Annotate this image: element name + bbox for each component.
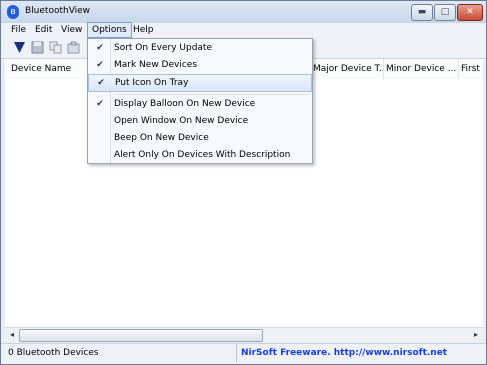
checkmark-icon: ✔ bbox=[97, 78, 105, 88]
scroll-right-icon[interactable]: ▸ bbox=[470, 329, 482, 341]
menu-item-display-balloon-on-new-device[interactable]: ✔ Display Balloon On New Device bbox=[88, 96, 312, 112]
menu-help[interactable]: Help bbox=[129, 23, 158, 37]
nirsoft-link[interactable]: NirSoft Freeware. http://www.nirsoft.net bbox=[241, 344, 447, 362]
maximize-button[interactable]: □ bbox=[434, 4, 456, 21]
minimize-button[interactable]: ▬ bbox=[411, 4, 433, 21]
device-count-status: 0 Bluetooth Devices bbox=[5, 344, 237, 362]
menu-bar: File Edit View Options Help bbox=[1, 22, 486, 38]
checkmark-icon: ✔ bbox=[96, 43, 104, 53]
app-window: ʙ BluetoothView ▬ □ ✕ File Edit View Opt… bbox=[0, 0, 487, 365]
scroll-left-icon[interactable]: ◂ bbox=[6, 329, 18, 341]
menu-view[interactable]: View bbox=[57, 23, 86, 37]
column-major-device-type[interactable]: Major Device T... bbox=[307, 59, 384, 79]
save-icon[interactable] bbox=[31, 41, 44, 54]
bluetooth-icon: ʙ bbox=[7, 5, 19, 19]
status-bar: 0 Bluetooth Devices NirSoft Freeware. ht… bbox=[1, 343, 486, 364]
column-first[interactable]: First bbox=[455, 59, 483, 79]
properties-icon[interactable] bbox=[67, 41, 80, 54]
menu-item-alert-only-on-devices-with-description[interactable]: Alert Only On Devices With Description bbox=[88, 147, 312, 163]
checkmark-icon: ✔ bbox=[96, 60, 104, 70]
copy-icon[interactable] bbox=[49, 41, 62, 54]
title-bar[interactable]: ʙ BluetoothView ▬ □ ✕ bbox=[1, 1, 486, 24]
scroll-thumb[interactable] bbox=[19, 329, 263, 342]
menu-file[interactable]: File bbox=[7, 23, 30, 37]
menu-item-label: Mark New Devices bbox=[114, 60, 198, 70]
menu-item-label: Sort On Every Update bbox=[114, 43, 212, 53]
menu-item-mark-new-devices[interactable]: ✔ Mark New Devices bbox=[88, 57, 312, 73]
menu-item-label: Beep On New Device bbox=[114, 133, 209, 143]
horizontal-scrollbar[interactable]: ◂ ▸ bbox=[5, 327, 483, 342]
menu-item-label: Display Balloon On New Device bbox=[114, 99, 256, 109]
menu-options[interactable]: Options bbox=[87, 22, 132, 38]
options-dropdown-menu: ✔ Sort On Every Update ✔ Mark New Device… bbox=[87, 38, 313, 164]
menu-item-label: Put Icon On Tray bbox=[115, 78, 189, 88]
menu-item-beep-on-new-device[interactable]: Beep On New Device bbox=[88, 130, 312, 146]
menu-edit[interactable]: Edit bbox=[31, 23, 56, 37]
close-button[interactable]: ✕ bbox=[457, 4, 483, 21]
refresh-down-arrow-icon[interactable] bbox=[13, 41, 26, 54]
menu-item-sort-on-every-update[interactable]: ✔ Sort On Every Update bbox=[88, 40, 312, 56]
column-minor-device-type[interactable]: Minor Device ... bbox=[380, 59, 459, 79]
menu-separator bbox=[114, 94, 310, 95]
menu-item-label: Alert Only On Devices With Description bbox=[114, 150, 291, 160]
menu-item-label: Open Window On New Device bbox=[114, 116, 249, 126]
window-title: BluetoothView bbox=[25, 6, 91, 16]
menu-item-put-icon-on-tray[interactable]: ✔ Put Icon On Tray bbox=[88, 74, 312, 92]
checkmark-icon: ✔ bbox=[96, 99, 104, 109]
menu-item-open-window-on-new-device[interactable]: Open Window On New Device bbox=[88, 113, 312, 129]
